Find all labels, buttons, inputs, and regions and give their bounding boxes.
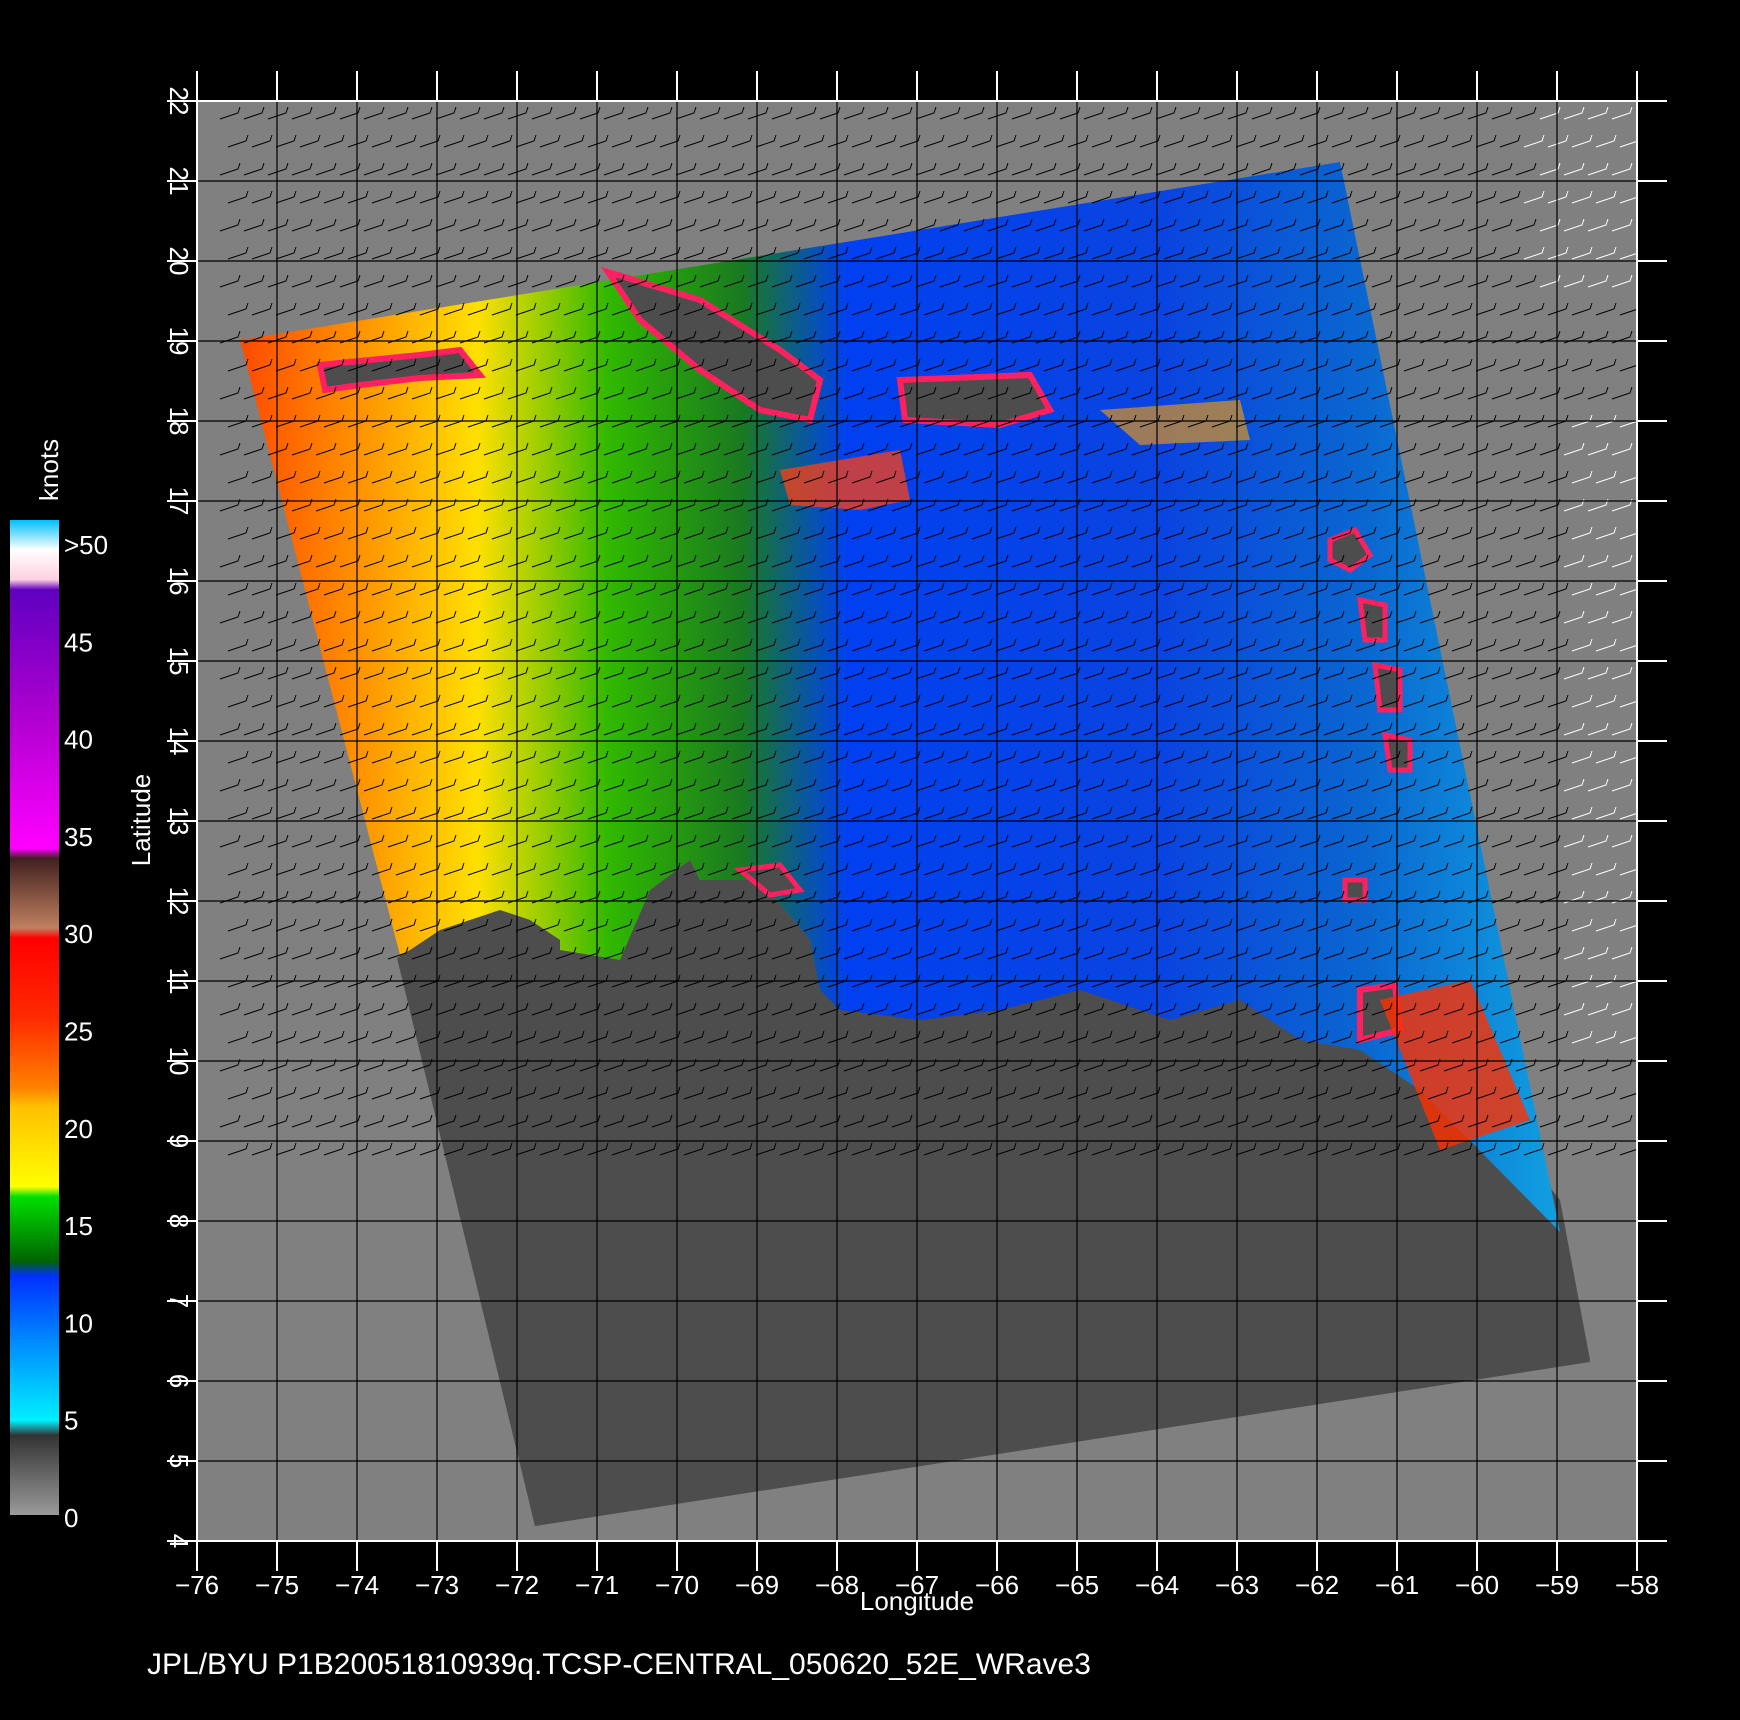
x-tick-label: −73: [415, 1570, 459, 1600]
x-tick-label: −74: [335, 1570, 379, 1600]
x-tick-label: −60: [1455, 1570, 1499, 1600]
wind-map-figure: −76 −75 −74 −73 −72 −71 −70 −69 −68 −67 −66 −65 −64−…: [0, 0, 1740, 1720]
colorbar-gradient: [10, 520, 59, 1515]
x-tick-label: −59: [1535, 1570, 1579, 1600]
x-tick-label: −69: [735, 1570, 779, 1600]
y-tick-label: 9: [164, 1134, 194, 1148]
colorbar-label: >50: [64, 530, 108, 560]
colorbar-label: 20: [64, 1114, 93, 1144]
colorbar-label: 15: [64, 1211, 93, 1241]
footer-caption: JPL/BYU P1B20051810939q.TCSP-CENTRAL_050…: [147, 1648, 1091, 1681]
y-tick-label: 12: [164, 887, 194, 916]
y-tick-label: 13: [164, 807, 194, 836]
y-tick-label: 15: [164, 647, 194, 676]
x-tick-label: −70: [655, 1570, 699, 1600]
y-tick-label: 7: [164, 1294, 194, 1308]
colorbar-label: 45: [64, 627, 93, 657]
x-tick-label: −65: [1055, 1570, 1099, 1600]
x-tick-label: −68: [815, 1570, 859, 1600]
x-tick-label: −71: [575, 1570, 619, 1600]
y-tick-label: 16: [164, 567, 194, 596]
colorbar-label: 30: [64, 919, 93, 949]
colorbar-label: 5: [64, 1406, 78, 1436]
y-axis-title: Latitude: [126, 774, 156, 867]
y-tick-label: 4: [164, 1534, 194, 1548]
x-tick-label: −61: [1375, 1570, 1419, 1600]
colorbar-unit-label: knots: [34, 439, 64, 501]
coast-island-3: [1372, 661, 1403, 713]
x-tick-label: −75: [255, 1570, 299, 1600]
y-tick-label: 21: [164, 167, 194, 196]
colorbar-label: 0: [64, 1503, 78, 1533]
x-tick-label: −62: [1295, 1570, 1339, 1600]
y-tick-label: 10: [164, 1047, 194, 1076]
x-tick-label: −58: [1615, 1570, 1659, 1600]
x-tick-label: −76: [175, 1570, 219, 1600]
y-tick-label: 18: [164, 407, 194, 436]
x-tick-label: −63: [1215, 1570, 1259, 1600]
coast-puerto-rico: [896, 371, 1055, 429]
y-tick-label: 20: [164, 247, 194, 276]
y-tick-label: 11: [164, 968, 194, 995]
x-tick-label: −66: [975, 1570, 1019, 1600]
y-tick-label: 19: [164, 327, 194, 356]
x-tick-label: −72: [495, 1570, 539, 1600]
colorbar-label: 25: [64, 1017, 93, 1047]
x-axis-title: Longitude: [860, 1586, 974, 1616]
coast-island-5: [1342, 877, 1368, 903]
y-tick-label: 14: [164, 727, 194, 756]
y-tick-label: 17: [164, 487, 194, 516]
y-tick-label: 6: [164, 1374, 194, 1388]
x-tick-label: −64: [1135, 1570, 1179, 1600]
colorbar-label: 35: [64, 822, 93, 852]
y-tick-label: 8: [164, 1214, 194, 1228]
colorbar-label: 10: [64, 1308, 93, 1338]
y-tick-label: 22: [164, 87, 194, 116]
colorbar-label: 40: [64, 725, 93, 755]
y-tick-label: 5: [164, 1454, 194, 1468]
